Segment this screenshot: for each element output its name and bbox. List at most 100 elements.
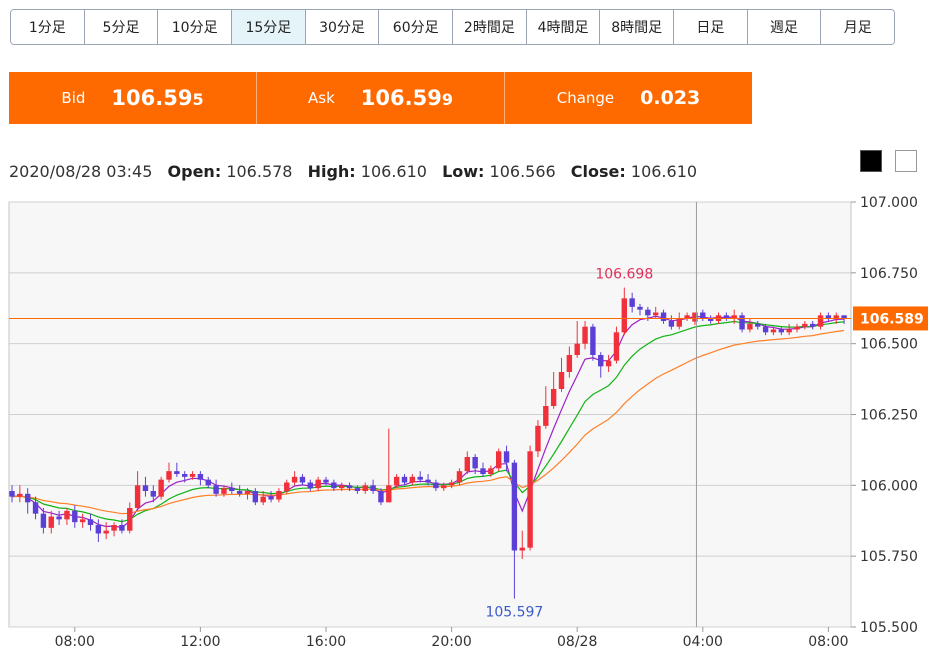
quote-bar: Bid 106.595 Ask 106.599 Change 0.023 (9, 72, 752, 124)
y-tick-label: 106.000 (860, 478, 918, 494)
low-annotation: 105.597 (485, 605, 543, 621)
tab-timeframe-8[interactable]: 8時間足 (600, 10, 675, 44)
bid-value: 106.595 (111, 86, 203, 110)
x-tick-label: 16:00 (306, 634, 346, 650)
candle-body (637, 306, 643, 310)
candle-body (378, 491, 384, 503)
tab-timeframe-4[interactable]: 30分足 (305, 10, 380, 44)
candle-body (166, 471, 172, 480)
candle-body (87, 519, 94, 525)
tab-timeframe-9[interactable]: 日足 (674, 10, 748, 44)
candle-body (511, 462, 518, 551)
candle-body (535, 425, 541, 452)
candle (527, 445, 533, 551)
candle-body (825, 315, 832, 319)
tab-timeframe-11[interactable]: 月足 (821, 10, 894, 44)
candle-body (582, 326, 588, 344)
candle-body (519, 547, 525, 551)
ask-value: 106.599 (361, 86, 453, 110)
tab-timeframe-2[interactable]: 10分足 (158, 10, 233, 44)
candle-body (527, 451, 533, 548)
candle-body (731, 315, 737, 319)
candle-body (794, 326, 800, 330)
candle-body (605, 360, 612, 367)
candle-body (354, 488, 361, 491)
change-value: 0.023 (640, 87, 701, 109)
x-tick-label: 04:00 (683, 634, 723, 650)
ask-label: Ask (308, 89, 335, 107)
candle-body (433, 482, 439, 489)
x-tick-label: 08:00 (55, 634, 95, 650)
candle-body (182, 474, 188, 477)
candle-body (817, 315, 824, 327)
candle-body (103, 530, 109, 534)
y-tick-label: 105.750 (860, 549, 918, 565)
candle-body (40, 513, 47, 528)
tab-timeframe-5[interactable]: 60分足 (379, 10, 454, 44)
candle-body (778, 329, 784, 333)
candle-body (503, 451, 510, 463)
candle-body (613, 332, 620, 361)
candle-body (417, 476, 423, 480)
candle-body (229, 488, 235, 491)
candle-body (755, 323, 761, 327)
ohlc-datetime: 2020/08/28 03:45 (9, 162, 153, 181)
candle-body (158, 479, 164, 497)
candle-body (723, 315, 730, 319)
timeframe-tabs: 1分足 5分足 10分足 15分足 30分足 60分足 2時間足 4時間足 8時間足 日足 週足 月足 (10, 9, 895, 45)
candle-body (32, 502, 39, 514)
y-tick-label: 106.250 (860, 408, 918, 424)
candle-body (393, 476, 400, 486)
candle-body (174, 471, 180, 474)
candle-body (448, 482, 455, 486)
tab-timeframe-10[interactable]: 週足 (747, 10, 822, 44)
dark-theme-toggle[interactable] (860, 150, 882, 172)
tab-timeframe-3[interactable]: 15分足 (232, 10, 306, 44)
candle-body (747, 323, 753, 330)
candle-body (558, 372, 565, 389)
candle-body (386, 485, 392, 503)
candle-body (362, 485, 368, 491)
candle-body (213, 485, 219, 494)
tab-timeframe-1[interactable]: 5分足 (84, 10, 159, 44)
candle-body (574, 343, 580, 355)
x-tick-label: 20:00 (431, 634, 471, 650)
candle-body (668, 321, 675, 327)
candle-body (25, 493, 31, 503)
candle-body (676, 318, 682, 327)
candle-body (425, 479, 431, 483)
light-theme-toggle[interactable] (895, 150, 917, 172)
x-tick-label: 12:00 (180, 634, 220, 650)
change-quote: Change 0.023 (505, 72, 752, 124)
tab-timeframe-7[interactable]: 4時間足 (526, 10, 601, 44)
candle-body (111, 525, 117, 531)
candle-body (56, 516, 62, 520)
candle-body (323, 479, 329, 483)
candle-body (150, 491, 156, 497)
candle-body (496, 451, 502, 469)
ask-value-main: 106.59 (360, 86, 442, 110)
high-annotation: 106.698 (595, 267, 653, 283)
x-tick-label: 08/28 (557, 634, 597, 650)
tab-timeframe-0[interactable]: 1分足 (11, 10, 85, 44)
candle-body (660, 312, 667, 321)
open-value: 106.578 (226, 162, 293, 181)
bid-value-main: 106.59 (111, 86, 193, 110)
candle-body (370, 485, 376, 491)
open-label: Open: (167, 162, 222, 181)
candle-body (142, 485, 149, 491)
candle-body (480, 468, 486, 474)
y-tick-label: 105.500 (860, 620, 918, 636)
candle-body (48, 516, 54, 528)
tab-timeframe-6[interactable]: 2時間足 (453, 10, 527, 44)
candle-body (17, 493, 23, 497)
ohlc-readout: 2020/08/28 03:45 Open: 106.578 High: 106… (9, 162, 697, 181)
candle-body (244, 491, 251, 494)
ask-value-tail: 9 (441, 90, 453, 109)
candle-body (205, 479, 211, 486)
current-price-label: 106.589 (860, 311, 924, 327)
candlestick-chart[interactable]: 107.000 106.750 106.500 106.250 106.000 105.7… (0, 195, 941, 658)
candle-body (543, 406, 549, 426)
candle-body (72, 510, 78, 523)
candle-body (441, 485, 447, 489)
